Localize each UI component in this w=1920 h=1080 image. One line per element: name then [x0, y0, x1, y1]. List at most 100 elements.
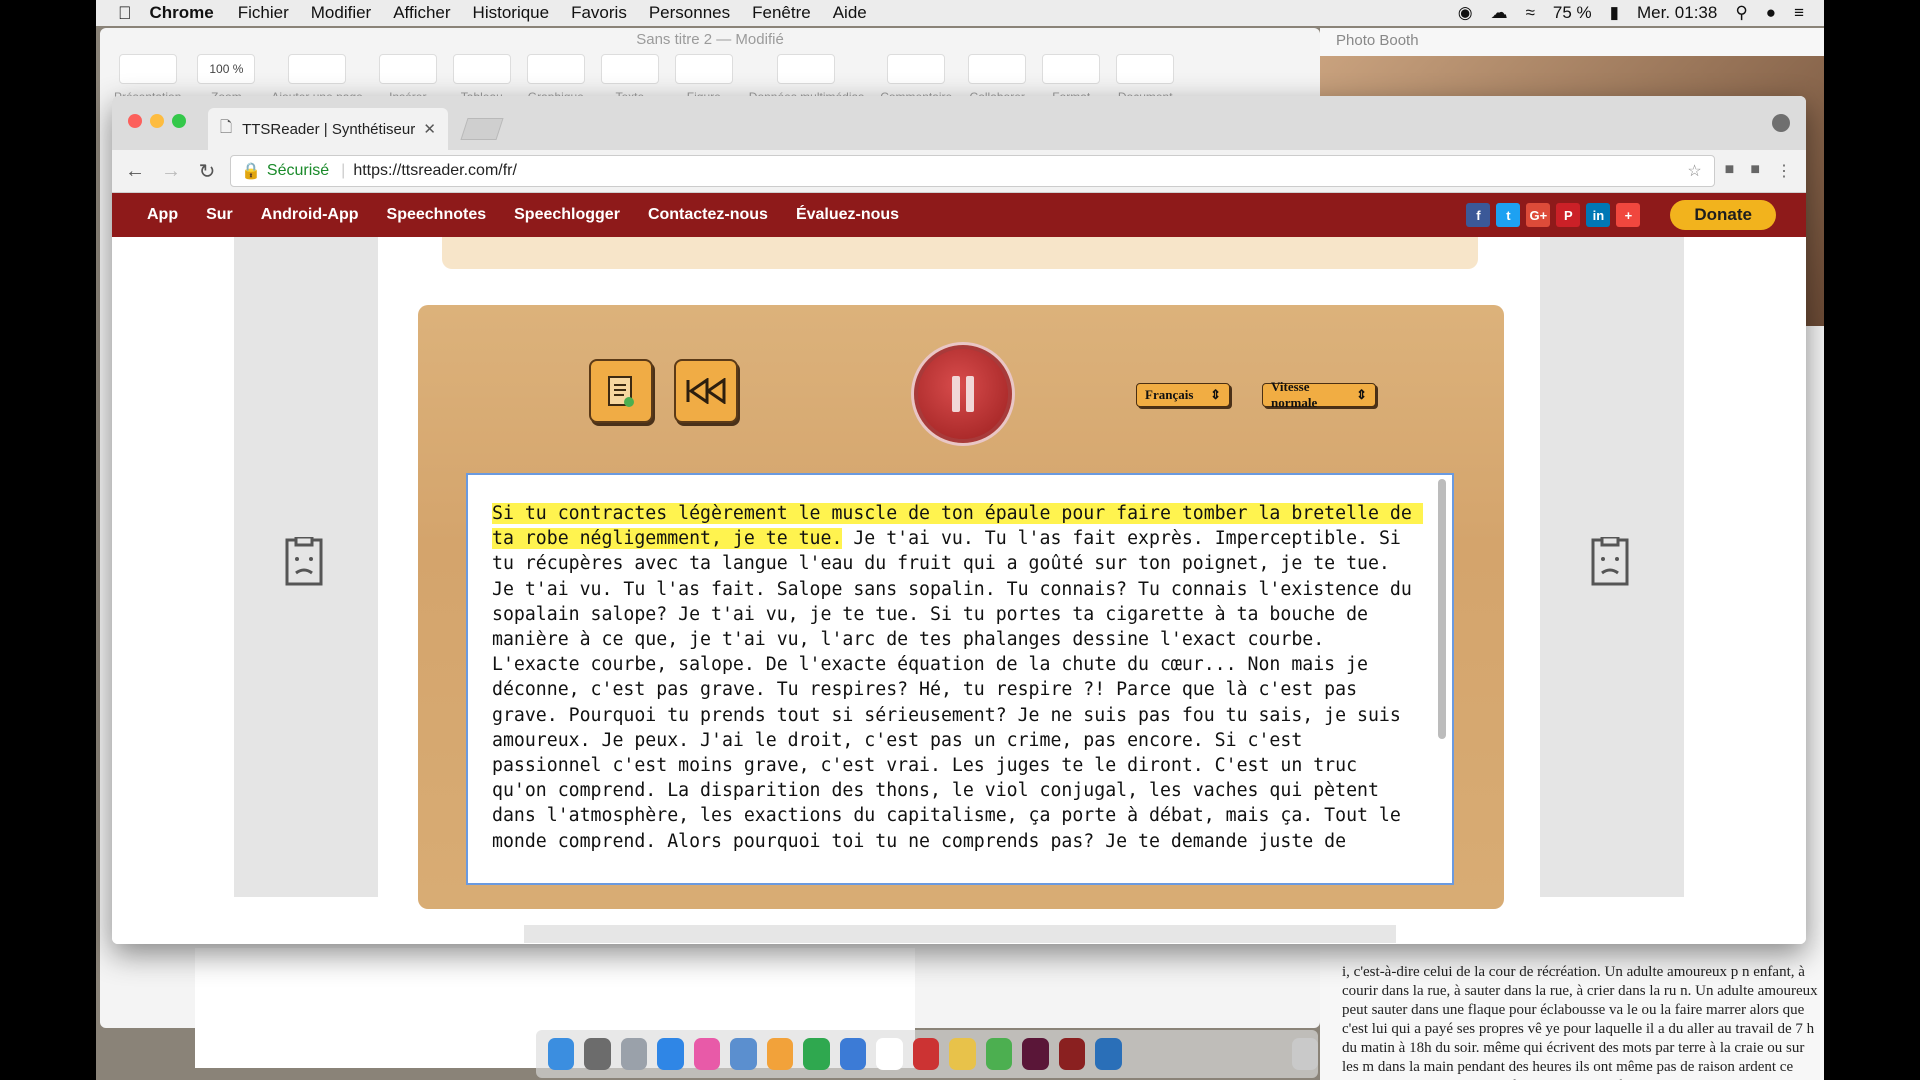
- linkedin-icon[interactable]: in: [1586, 203, 1611, 227]
- nav-contactez-nous[interactable]: Contactez-nous: [648, 206, 768, 224]
- speed-value: Vitesse normale: [1271, 379, 1318, 410]
- battery-icon[interactable]: ▮: [1610, 3, 1619, 23]
- close-tab-icon[interactable]: ✕: [423, 120, 436, 138]
- desktop:  Chrome Fichier Modifier Afficher Histo…: [96, 0, 1824, 1080]
- menu-app-name[interactable]: Chrome: [150, 3, 214, 23]
- language-select[interactable]: Français ⇕: [1136, 383, 1230, 407]
- trash-icon[interactable]: [1291, 1038, 1318, 1070]
- secure-label: Sécurisé: [266, 162, 330, 179]
- pause-button[interactable]: [914, 345, 1012, 443]
- nav-sur[interactable]: Sur: [206, 206, 233, 224]
- select-arrows-icon: ⇕: [1210, 387, 1221, 402]
- tab-strip: 🗋 TTSReader | Synthétiseur voc ✕: [112, 96, 1806, 150]
- itunes-icon[interactable]: [693, 1038, 721, 1070]
- rewind-icon: [686, 378, 726, 404]
- menu-historique[interactable]: Historique: [473, 3, 550, 23]
- nav-android-app[interactable]: Android-App: [261, 206, 359, 224]
- new-tab-button[interactable]: [460, 118, 504, 140]
- reading-text[interactable]: Si tu contractes légèrement le muscle de…: [492, 501, 1423, 854]
- safari-icon[interactable]: [657, 1038, 684, 1070]
- donate-button[interactable]: Donate: [1670, 200, 1776, 230]
- forward-icon[interactable]: →: [158, 160, 184, 183]
- quicktime-icon[interactable]: [1095, 1038, 1122, 1070]
- select-arrows-icon: ⇕: [1356, 387, 1367, 402]
- menu-clock[interactable]: Mer. 01:38: [1637, 3, 1717, 23]
- menu-fichier[interactable]: Fichier: [238, 3, 289, 23]
- record-icon[interactable]: ◉: [1458, 3, 1473, 23]
- rewind-button[interactable]: [674, 359, 738, 423]
- zoom-window-icon[interactable]: [172, 114, 186, 128]
- menu-modifier[interactable]: Modifier: [311, 3, 371, 23]
- photo-booth-document-text: i, c'est-à-dire celui de la cour de récr…: [1342, 964, 1818, 1080]
- star-icon[interactable]: ☆: [1687, 161, 1701, 181]
- horizontal-scrollbar[interactable]: [524, 925, 1396, 943]
- notification-center-icon[interactable]: ≡: [1794, 3, 1804, 23]
- preview-icon[interactable]: [730, 1038, 757, 1070]
- address-bar[interactable]: 🔒 Sécurisé | https://ttsreader.com/fr/ ☆: [230, 155, 1715, 187]
- indesign-icon[interactable]: [1022, 1038, 1049, 1070]
- reload-icon[interactable]: ↻: [194, 159, 220, 184]
- tab-title: TTSReader | Synthétiseur voc: [242, 120, 416, 138]
- language-value: Français: [1145, 387, 1194, 402]
- document-add-icon: [608, 376, 634, 407]
- url-text: https://ttsreader.com/fr/: [353, 162, 517, 179]
- window-controls: [128, 114, 186, 128]
- minimize-window-icon[interactable]: [150, 114, 164, 128]
- load-document-button[interactable]: [589, 359, 653, 423]
- speed-select[interactable]: Vitesse normale ⇕: [1262, 379, 1376, 410]
- apple-icon[interactable]: : [118, 3, 132, 24]
- close-window-icon[interactable]: [128, 114, 142, 128]
- extensions-area: ■ ■ ⋮: [1725, 161, 1792, 181]
- nav-evaluez-nous[interactable]: Évaluez-nous: [796, 206, 899, 224]
- keynote-icon[interactable]: [839, 1038, 867, 1070]
- macos-menu-bar:  Chrome Fichier Modifier Afficher Histo…: [96, 0, 1824, 26]
- back-icon[interactable]: ←: [122, 160, 148, 183]
- screen-edge-right: [1824, 0, 1920, 1080]
- wifi-icon[interactable]: ≈: [1526, 3, 1535, 23]
- calendar-icon[interactable]: [876, 1038, 903, 1070]
- launchpad-icon[interactable]: [620, 1038, 648, 1070]
- account-icon[interactable]: [1772, 114, 1790, 132]
- menu-fenetre[interactable]: Fenêtre: [752, 3, 811, 23]
- text-scrollbar[interactable]: [1438, 479, 1446, 739]
- add-share-icon[interactable]: +: [1616, 203, 1641, 227]
- creative-cloud-icon[interactable]: ☁: [1491, 3, 1508, 23]
- chrome-window: 🗋 TTSReader | Synthétiseur voc ✕ ← → ↻ 🔒…: [112, 96, 1806, 944]
- pages-window-title: Sans titre 2 — Modifié: [636, 31, 784, 48]
- extension-badge-icon[interactable]: ■: [1750, 161, 1760, 181]
- twitter-icon[interactable]: t: [1496, 203, 1521, 227]
- finder-icon[interactable]: [548, 1038, 575, 1070]
- extension-icon[interactable]: ■: [1725, 161, 1735, 181]
- remaining-text: Je t'ai vu. Tu l'as fait exprès. Imperce…: [492, 528, 1423, 852]
- tab-ttsreader[interactable]: 🗋 TTSReader | Synthétiseur voc ✕: [208, 108, 448, 150]
- nav-app[interactable]: App: [147, 206, 178, 224]
- google-plus-icon[interactable]: G+: [1526, 203, 1551, 227]
- spotlight-icon[interactable]: ⚲: [1735, 3, 1747, 23]
- social-share: f t G+ P in +: [1466, 203, 1641, 227]
- menu-personnes[interactable]: Personnes: [649, 3, 730, 23]
- pages-icon[interactable]: [766, 1038, 794, 1070]
- upper-panel-bottom: [442, 237, 1478, 269]
- nav-speechlogger[interactable]: Speechlogger: [514, 206, 620, 224]
- page-content: Français ⇕ Vitesse normale ⇕ Si tu contrac…: [112, 237, 1806, 944]
- chrome-menu-icon[interactable]: ⋮: [1776, 161, 1792, 181]
- text-input-box[interactable]: Si tu contractes légèrement le muscle de…: [466, 473, 1454, 885]
- pinterest-icon[interactable]: P: [1556, 203, 1581, 227]
- browser-toolbar: ← → ↻ 🔒 Sécurisé | https://ttsreader.com…: [112, 150, 1806, 193]
- menu-favoris[interactable]: Favoris: [571, 3, 627, 23]
- chrome-icon[interactable]: [985, 1038, 1013, 1070]
- menu-afficher[interactable]: Afficher: [393, 3, 450, 23]
- system-preferences-icon[interactable]: [584, 1038, 611, 1070]
- photo-booth-app-icon[interactable]: [1058, 1038, 1086, 1070]
- nav-speechnotes[interactable]: Speechnotes: [387, 206, 487, 224]
- battery-percent[interactable]: 75 %: [1553, 3, 1592, 23]
- photo-booth-icon[interactable]: [912, 1038, 940, 1070]
- menu-aide[interactable]: Aide: [833, 3, 867, 23]
- numbers-icon[interactable]: [803, 1038, 830, 1070]
- photos-icon[interactable]: [949, 1038, 976, 1070]
- menu-extras: ◉ ☁ ≈ 75 % ▮ Mer. 01:38 ⚲ ● ≡: [1458, 3, 1804, 23]
- siri-icon[interactable]: ●: [1766, 3, 1776, 23]
- dock: [536, 1030, 1318, 1078]
- facebook-icon[interactable]: f: [1466, 203, 1491, 227]
- right-ad-slot: [1540, 237, 1684, 897]
